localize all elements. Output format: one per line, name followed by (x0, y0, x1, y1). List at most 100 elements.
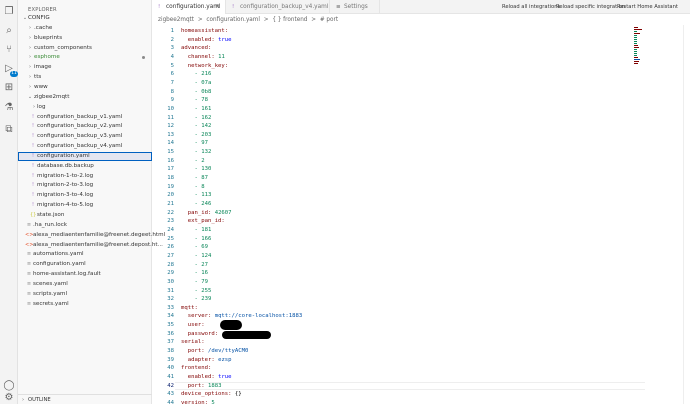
tree-item[interactable]: › log (18, 103, 152, 112)
code-line[interactable]: mqtt: (181, 304, 198, 313)
tree-item[interactable]: ⌄ CONFIG (18, 14, 152, 23)
code-line[interactable]: - 78 (181, 96, 207, 105)
source-control-icon[interactable]: ⑂ (3, 44, 15, 56)
tree-item[interactable]: ≡ scenes.yaml (18, 280, 152, 289)
tree-item[interactable]: ! configuration_backup_v1.yaml (18, 113, 152, 122)
code-line[interactable]: - 124 (181, 252, 211, 261)
code-line[interactable]: password: (181, 330, 221, 339)
account-icon[interactable]: ◯ (3, 380, 15, 392)
tree-item[interactable]: ≡ automations.yaml (18, 250, 152, 259)
code-line[interactable]: - 166 (181, 235, 211, 244)
reload-specific-integration-button[interactable]: Reload specific integration (556, 0, 625, 14)
tree-item[interactable]: ! migration-1-to-2.log (18, 172, 152, 181)
code-line[interactable]: - 161 (181, 105, 211, 114)
tree-item[interactable]: ! configuration_backup_v3.yaml (18, 132, 152, 141)
code-line[interactable]: homeassistant: (181, 27, 228, 36)
code-line[interactable]: device_options: {} (181, 390, 242, 399)
code-line[interactable]: ext_pan_id: (181, 217, 225, 226)
code-line[interactable]: adapter: ezsp (181, 356, 232, 365)
tree-item[interactable]: ≡ scripts.yaml (18, 290, 152, 299)
remote-explorer-icon[interactable]: ⧉ (3, 124, 15, 136)
code-line[interactable]: - 87 (181, 174, 207, 183)
tree-item[interactable]: › image (18, 63, 152, 72)
explorer-icon[interactable]: ❐ (3, 6, 15, 18)
search-icon[interactable]: ⌕ (3, 25, 15, 37)
code-line[interactable]: advanced: (181, 44, 211, 53)
close-icon[interactable]: × (215, 0, 220, 14)
tree-item[interactable]: › .cache (18, 24, 152, 33)
tree-item[interactable]: {} state.json (18, 211, 152, 220)
tree-item[interactable]: ≡ secrets.yaml (18, 300, 152, 309)
tab-settings[interactable]: ≡ Settings (330, 0, 380, 14)
code-line[interactable]: - 16 (181, 269, 208, 278)
tree-item[interactable]: ⌄ zigbee2mqtt (18, 93, 152, 102)
tree-item[interactable]: <> alexa_mediaentenfamilie@freenet.degeet… (18, 231, 165, 240)
code-line[interactable]: user: (181, 321, 208, 330)
extensions-icon[interactable]: ⊞ (3, 82, 15, 94)
code-line[interactable]: enabled: true (181, 373, 232, 382)
code-line[interactable]: - 130 (181, 165, 211, 174)
code-line[interactable]: - 132 (181, 148, 211, 157)
breadcrumb-file[interactable]: configuration.yaml (206, 17, 260, 23)
code-line[interactable]: port: 1883 (181, 382, 222, 391)
tree-item[interactable]: ! configuration_backup_v2.yaml (18, 122, 152, 131)
code-line[interactable]: port: /dev/ttyACM0 (181, 347, 249, 356)
code-line[interactable]: - 255 (181, 287, 211, 296)
tab-configuration-yaml[interactable]: ! configuration.yaml × (152, 0, 226, 14)
tab-configuration-backup-v4[interactable]: ! configuration_backup_v4.yaml (226, 0, 330, 14)
reload-all-integrations-button[interactable]: Reload all integrations (502, 0, 560, 14)
code-line[interactable]: pan_id: 42607 (181, 209, 232, 218)
code-line[interactable]: network_key: (181, 62, 228, 71)
tree-item[interactable]: ! configuration_backup_v4.yaml (18, 142, 152, 151)
tree-item[interactable]: ≡ .ha_run.lock (18, 221, 152, 230)
yaml-key: enabled: (187, 36, 215, 43)
breadcrumb-symbol-port[interactable]: # port (320, 17, 338, 23)
tree-item[interactable]: ! migration-2-to-3.log (18, 181, 152, 190)
code-line[interactable]: - 69 (181, 243, 207, 252)
code-line[interactable]: frontend: (181, 364, 211, 373)
code-line[interactable]: - 113 (181, 191, 211, 200)
code-line[interactable]: - 162 (181, 114, 211, 123)
tree-item[interactable]: › esphome (18, 53, 152, 62)
code-line[interactable]: - 216 (181, 70, 211, 79)
code-line[interactable]: - 2 (181, 157, 204, 166)
tree-item[interactable]: ! migration-4-to-5.log (18, 201, 152, 210)
tree-item[interactable]: › custom_components (18, 44, 152, 53)
tree-item[interactable]: ≡ configuration.yaml (18, 260, 152, 269)
tree-item[interactable]: ! database.db.backup (18, 162, 152, 171)
tree-item[interactable]: › tts (18, 73, 152, 82)
code-line[interactable]: - 97 (181, 139, 207, 148)
code-line[interactable]: - 142 (181, 122, 211, 131)
testing-icon[interactable]: ⚗ (3, 102, 15, 114)
tree-item[interactable]: <> alexa_mediaentenfamilie@freenet.depost… (18, 241, 163, 250)
code-line[interactable]: - 0b8 (181, 88, 211, 97)
tree-item[interactable]: › blueprints (18, 34, 152, 43)
breadcrumb-folder[interactable]: zigbee2mqtt (158, 17, 194, 23)
code-line[interactable]: - 79 (181, 278, 207, 287)
code-line[interactable]: server: mqtt://core-localhost:1883 (181, 312, 303, 321)
restart-home-assistant-button[interactable]: Restart Home Assistant (617, 0, 678, 14)
code-line[interactable]: - 239 (181, 295, 211, 304)
outline-section[interactable]: › OUTLINE (18, 394, 152, 404)
minimap-line (634, 55, 637, 56)
code-line[interactable]: - 246 (181, 200, 211, 209)
code-editor[interactable]: 1 homeassistant: 2 enabled: true 3 advanced:… (152, 25, 690, 404)
code-line[interactable]: - 181 (181, 226, 211, 235)
code-line[interactable]: channel: 11 (181, 53, 225, 62)
code-line[interactable]: - 27 (181, 261, 207, 270)
yaml-value: - 16 (194, 270, 208, 277)
code-line[interactable]: - 203 (181, 131, 211, 140)
code-line[interactable]: - 8 (181, 183, 204, 192)
minimap[interactable] (632, 25, 690, 404)
code-line[interactable]: version: 5 (181, 399, 215, 404)
code-line[interactable]: enabled: true (181, 36, 232, 45)
code-line[interactable]: serial: (181, 338, 205, 347)
tree-item[interactable]: › www (18, 83, 152, 92)
tree-item[interactable]: ! configuration.yaml (18, 151, 152, 161)
tree-item[interactable]: ≡ home-assistant.log.fault (18, 270, 152, 279)
tree-item[interactable]: ! migration-3-to-4.log (18, 191, 152, 200)
breadcrumb-symbol-frontend[interactable]: { } frontend (272, 17, 307, 23)
code-line[interactable]: - 07a (181, 79, 211, 88)
vertical-scrollbar[interactable] (683, 25, 684, 404)
manage-gear-icon[interactable]: ⚙ (3, 392, 15, 404)
